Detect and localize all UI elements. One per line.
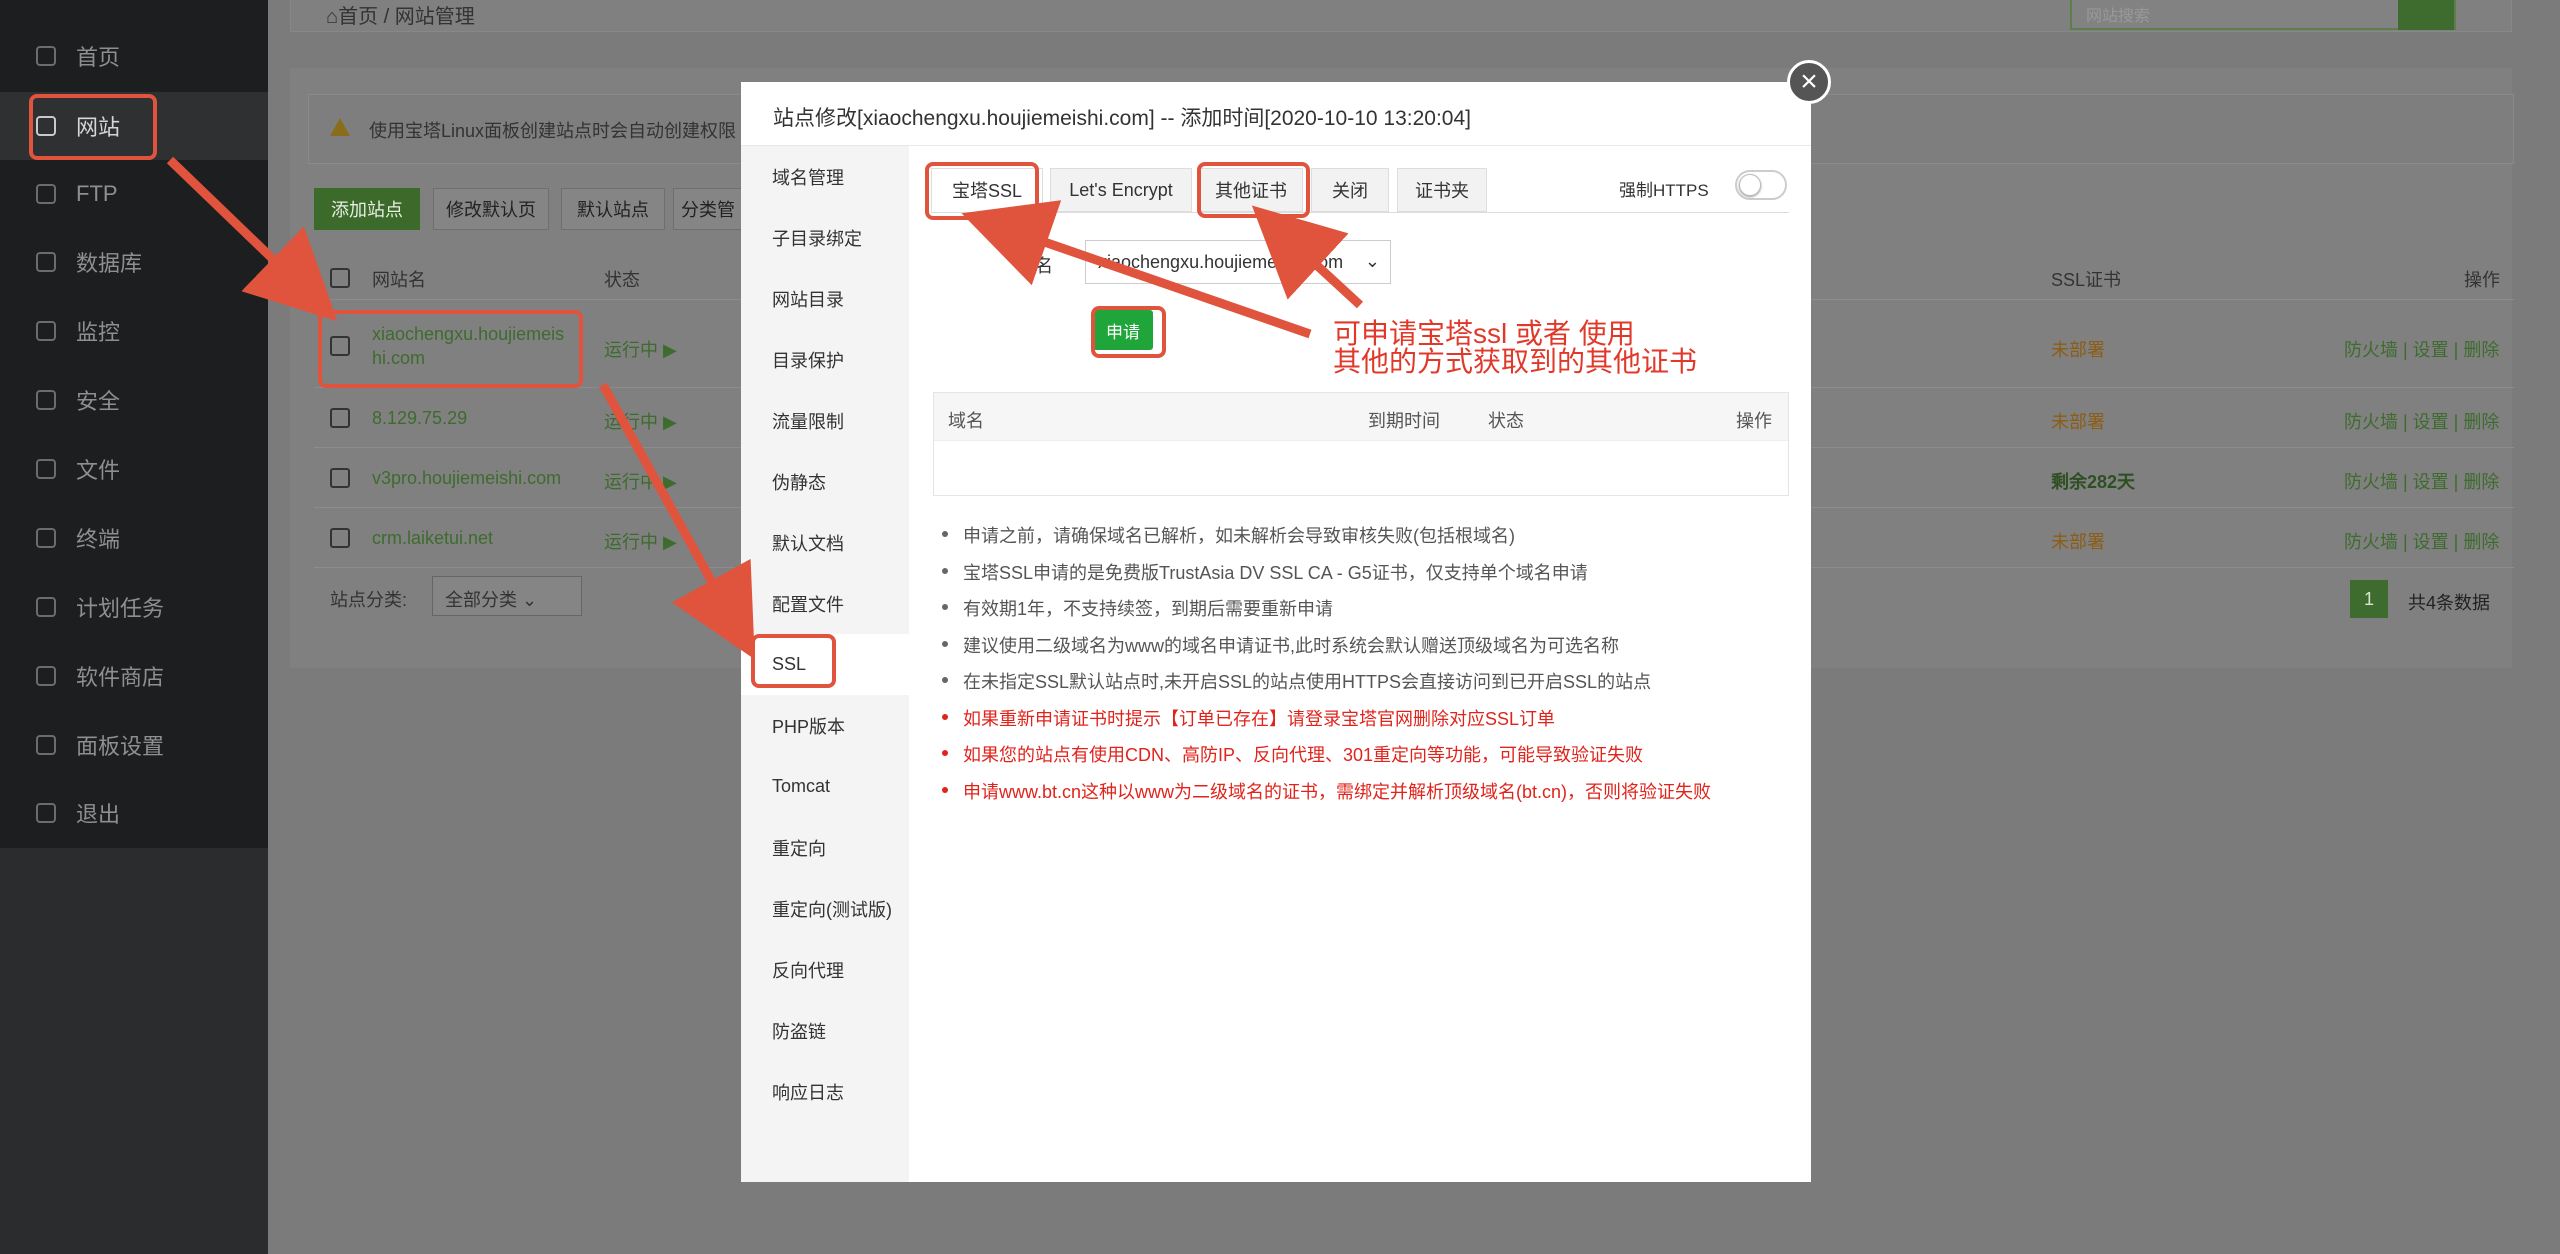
arrow-to-bt-ssl — [961, 200, 1312, 339]
arrow-to-site — [166, 156, 338, 322]
arrow-to-ssl — [599, 382, 755, 660]
annotation-line1: 可申请宝塔ssl 或者 使用 — [1333, 318, 1635, 349]
annotation-text: 可申请宝塔ssl 或者 使用 其他的方式获取到的其他证书 — [1333, 320, 1697, 376]
annotation-arrows — [166, 156, 1364, 660]
arrow-to-other-cert — [1251, 205, 1364, 309]
annotation-line2: 其他的方式获取到的其他证书 — [1333, 346, 1698, 377]
